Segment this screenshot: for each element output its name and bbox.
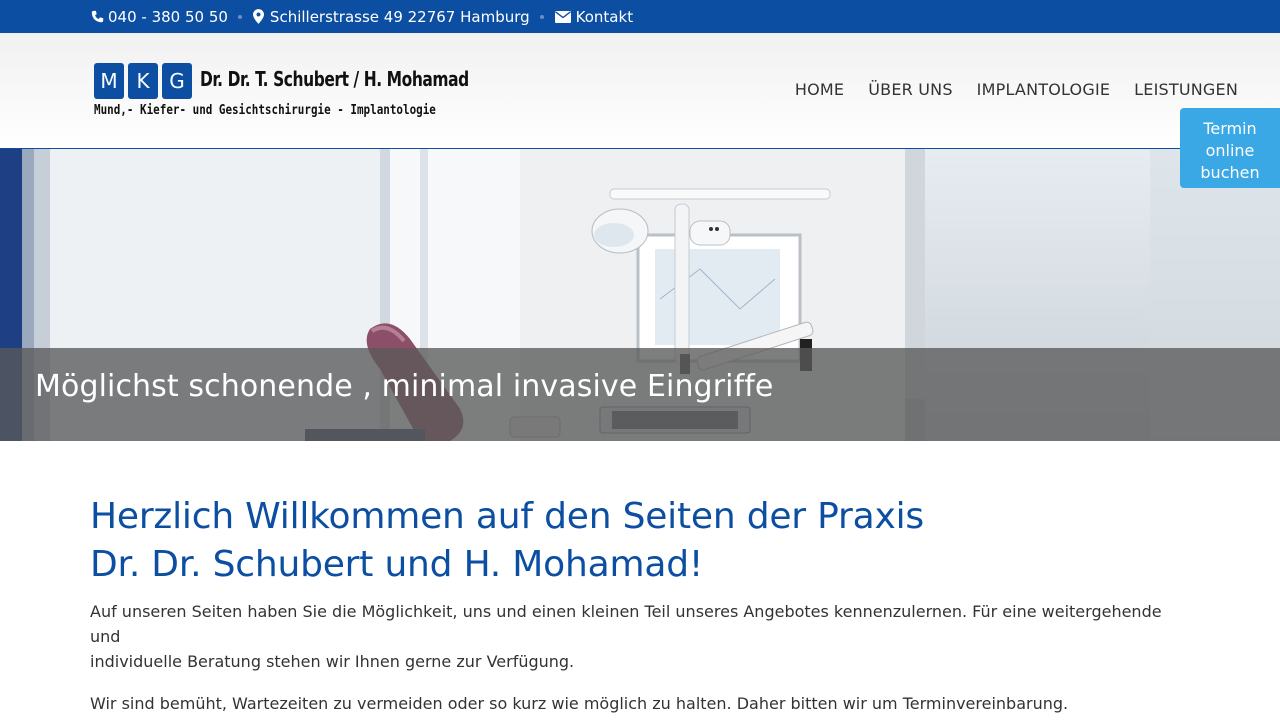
phone-icon — [90, 10, 104, 24]
nav-item-home[interactable]: HOME — [795, 80, 844, 99]
book-appointment-line2: buchen — [1200, 163, 1260, 182]
phone-link[interactable]: 040 - 380 50 50 — [90, 8, 228, 26]
logo-practice-name: Dr. Dr. T. Schubert / H. Mohamad — [200, 67, 469, 91]
nav-item-leistungen[interactable]: LEISTUNGEN — [1134, 80, 1238, 99]
main-navigation: HOME ÜBER UNS IMPLANTOLOGIE LEISTUNGEN — [795, 80, 1238, 99]
book-appointment-line1: Termin online — [1203, 119, 1257, 160]
book-appointment-button[interactable]: Termin online buchen — [1180, 108, 1280, 188]
welcome-heading-line1: Herzlich Willkommen auf den Seiten der P… — [90, 496, 924, 537]
logo-tagline: Mund,- Kiefer- und Gesichtschirurgie - I… — [94, 103, 436, 118]
top-contact-bar: 040 - 380 50 50 Schillerstrasse 49 22767… — [0, 0, 1280, 33]
welcome-heading: Herzlich Willkommen auf den Seiten der P… — [90, 493, 1190, 589]
contact-label: Kontakt — [575, 7, 634, 26]
welcome-heading-line2: Dr. Dr. Schubert und H. Mohamad! — [90, 544, 704, 585]
separator-dot — [237, 14, 242, 19]
nav-item-implantologie[interactable]: IMPLANTOLOGIE — [977, 80, 1111, 99]
intro-paragraph-line2: individuelle Beratung stehen wir Ihnen g… — [90, 652, 575, 671]
contact-link[interactable]: Kontakt — [554, 8, 633, 26]
logo-letter-g: G — [162, 63, 192, 99]
intro-paragraph-line1: Auf unseren Seiten haben Sie die Möglich… — [90, 602, 1162, 646]
hero-caption: Möglichst schonende , minimal invasive E… — [35, 369, 774, 404]
main-content: Herzlich Willkommen auf den Seiten der P… — [90, 493, 1190, 716]
address-link[interactable]: Schillerstrasse 49 22767 Hamburg — [252, 8, 530, 26]
separator-dot — [539, 14, 544, 19]
site-header: M K G Dr. Dr. T. Schubert / H. Mohamad M… — [0, 33, 1280, 149]
address-text: Schillerstrasse 49 22767 Hamburg — [269, 7, 530, 26]
appointment-paragraph: Wir sind bemüht, Wartezeiten zu vermeide… — [90, 694, 1069, 713]
envelope-icon — [554, 10, 572, 24]
hero-banner: Möglichst schonende , minimal invasive E… — [0, 149, 1280, 441]
site-logo[interactable]: M K G Dr. Dr. T. Schubert / H. Mohamad M… — [94, 63, 469, 123]
map-marker-icon — [252, 9, 266, 24]
logo-letter-k: K — [128, 63, 158, 99]
intro-paragraph: Auf unseren Seiten haben Sie die Möglich… — [90, 599, 1190, 674]
nav-item-ueber-uns[interactable]: ÜBER UNS — [868, 80, 952, 99]
phone-number: 040 - 380 50 50 — [108, 7, 228, 26]
logo-letter-m: M — [94, 63, 124, 99]
logo-letters: M K G — [94, 63, 192, 99]
